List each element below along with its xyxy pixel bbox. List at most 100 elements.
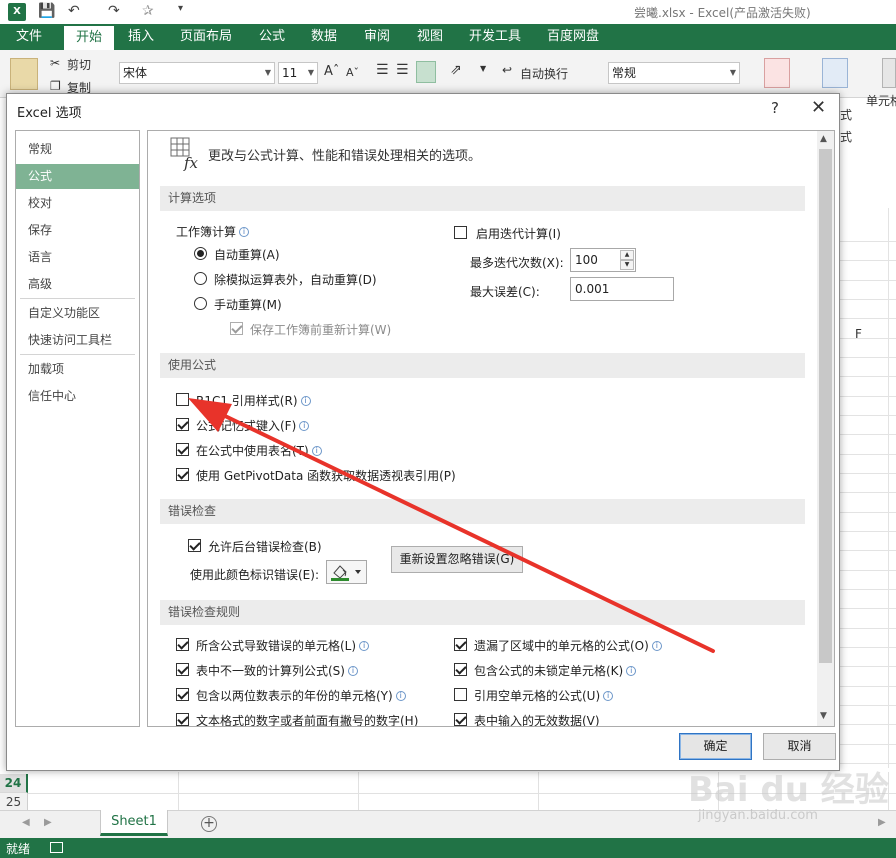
enable-iterative-label[interactable]: 启用迭代计算(I) bbox=[476, 225, 561, 242]
align-top-icon[interactable]: ☰ bbox=[376, 62, 389, 78]
cut-button[interactable]: 剪切 bbox=[67, 56, 91, 73]
checkbox-rule-inconsistent-column[interactable] bbox=[176, 663, 189, 676]
conditional-format-icon[interactable] bbox=[764, 58, 790, 88]
checkbox-rule-unlocked-formula[interactable] bbox=[454, 663, 467, 676]
checkbox-r1c1[interactable] bbox=[176, 393, 189, 406]
rule-two-digit-year-label[interactable]: 包含以两位数表示的年份的单元格(Y) i bbox=[196, 687, 406, 704]
getpivotdata-label[interactable]: 使用 GetPivotData 函数获取数据透视表引用(P) bbox=[196, 467, 456, 484]
radio-auto-except-tables-label[interactable]: 除模拟运算表外，自动重算(D) bbox=[214, 271, 377, 288]
macro-record-icon[interactable] bbox=[50, 842, 63, 853]
copy-icon[interactable]: ❐ bbox=[50, 79, 61, 93]
tab-developer[interactable]: 开发工具 bbox=[462, 24, 528, 50]
scroll-right-icon[interactable]: ▶ bbox=[878, 817, 886, 828]
checkbox-table-names[interactable] bbox=[176, 443, 189, 456]
nav-item-general[interactable]: 常规 bbox=[16, 137, 139, 162]
scroll-down-icon[interactable]: ▼ bbox=[820, 711, 827, 721]
nav-item-formulas[interactable]: 公式 bbox=[16, 164, 139, 189]
tab-insert[interactable]: 插入 bbox=[118, 24, 164, 50]
align-bottom-icon[interactable] bbox=[416, 61, 436, 83]
help-icon[interactable]: ? bbox=[771, 99, 779, 117]
table-names-label[interactable]: 在公式中使用表名(T) i bbox=[196, 442, 322, 459]
radio-manual-label[interactable]: 手动重算(M) bbox=[214, 296, 282, 313]
radio-auto-except-tables[interactable] bbox=[194, 272, 207, 285]
checkbox-rule-formula-errors[interactable] bbox=[176, 638, 189, 651]
options-content[interactable]: fx 更改与公式计算、性能和错误处理相关的选项。 计算选项 工作簿计算 i 自动重… bbox=[147, 130, 835, 727]
spin-down-icon[interactable]: ▼ bbox=[620, 260, 634, 270]
format-painter-qat-icon[interactable]: ✰ bbox=[142, 3, 154, 19]
radio-manual[interactable] bbox=[194, 297, 207, 310]
chevron-down-icon[interactable]: ▼ bbox=[480, 64, 486, 73]
checkbox-rule-omitted-cells[interactable] bbox=[454, 638, 467, 651]
add-sheet-icon[interactable]: + bbox=[201, 816, 217, 832]
scrollbar-thumb[interactable] bbox=[819, 149, 832, 663]
max-iterations-input[interactable]: 100 ▲ ▼ bbox=[570, 248, 636, 272]
rule-invalid-data-label[interactable]: 表中输入的无效数据(V) bbox=[474, 712, 600, 726]
cell-styles-icon[interactable] bbox=[882, 58, 896, 88]
nav-item-save[interactable]: 保存 bbox=[16, 218, 139, 243]
cut-icon[interactable]: ✂ bbox=[50, 56, 60, 70]
checkbox-enable-iterative[interactable] bbox=[454, 226, 467, 239]
sheet-tab-sheet1[interactable]: Sheet1 bbox=[100, 810, 168, 836]
spin-up-icon[interactable]: ▲ bbox=[620, 250, 634, 260]
wrap-text-button[interactable]: 自动换行 bbox=[520, 65, 568, 82]
tab-baidu-netdisk[interactable]: 百度网盘 bbox=[540, 24, 606, 50]
decrease-font-icon[interactable]: Aˇ bbox=[346, 66, 359, 79]
prev-sheet-icon[interactable]: ◀ bbox=[22, 817, 30, 828]
wrap-text-icon[interactable]: ↩ bbox=[502, 63, 512, 77]
checkbox-getpivotdata[interactable] bbox=[176, 468, 189, 481]
tab-formulas[interactable]: 公式 bbox=[250, 24, 294, 50]
content-scrollbar[interactable]: ▲ ▼ bbox=[817, 131, 834, 726]
increase-font-icon[interactable]: Aˆ bbox=[324, 64, 339, 79]
cancel-button[interactable]: 取消 bbox=[763, 733, 836, 760]
undo-icon[interactable]: ↶ bbox=[68, 3, 80, 19]
align-middle-icon[interactable]: ☰ bbox=[396, 62, 409, 78]
rule-unlocked-formula-label[interactable]: 包含公式的未锁定单元格(K) i bbox=[474, 662, 637, 679]
tab-view[interactable]: 视图 bbox=[408, 24, 452, 50]
radio-automatic[interactable] bbox=[194, 247, 207, 260]
rule-inconsistent-column-label[interactable]: 表中不一致的计算列公式(S) i bbox=[196, 662, 358, 679]
nav-item-quick-access-toolbar[interactable]: 快速访问工具栏 bbox=[16, 328, 139, 353]
nav-item-trust-center[interactable]: 信任中心 bbox=[16, 384, 139, 409]
font-name-select[interactable]: 宋体 ▼ bbox=[119, 62, 275, 84]
radio-automatic-label[interactable]: 自动重算(A) bbox=[214, 246, 280, 263]
font-size-select[interactable]: 11 ▼ bbox=[278, 62, 318, 84]
checkbox-rule-invalid-data[interactable] bbox=[454, 713, 467, 726]
close-icon[interactable]: ✕ bbox=[811, 97, 826, 118]
reset-ignored-errors-button[interactable]: 重新设置忽略错误(G) bbox=[391, 546, 523, 573]
orientation-icon[interactable]: ⇗ bbox=[450, 62, 462, 78]
ok-button[interactable]: 确定 bbox=[679, 733, 752, 760]
max-change-input[interactable]: 0.001 bbox=[570, 277, 674, 301]
nav-item-language[interactable]: 语言 bbox=[16, 245, 139, 270]
formula-autocomplete-label[interactable]: 公式记忆式键入(F) i bbox=[196, 417, 310, 434]
row-header-24[interactable]: 24 bbox=[0, 774, 28, 793]
rule-omitted-cells-label[interactable]: 遗漏了区域中的单元格的公式(O) i bbox=[474, 637, 662, 654]
error-color-picker[interactable] bbox=[326, 560, 367, 584]
tab-review[interactable]: 审阅 bbox=[355, 24, 399, 50]
tab-data[interactable]: 数据 bbox=[302, 24, 346, 50]
nav-item-proofing[interactable]: 校对 bbox=[16, 191, 139, 216]
format-table-icon[interactable] bbox=[822, 58, 848, 88]
number-format-select[interactable]: 常规 ▼ bbox=[608, 62, 740, 84]
checkbox-background-error-check[interactable] bbox=[188, 539, 201, 552]
customize-qat-icon[interactable]: ▾ bbox=[178, 3, 183, 14]
paste-icon[interactable] bbox=[10, 58, 38, 90]
r1c1-label[interactable]: R1C1 引用样式(R) i bbox=[196, 392, 311, 409]
nav-item-advanced[interactable]: 高级 bbox=[16, 272, 139, 297]
rule-text-numbers-label[interactable]: 文本格式的数字或者前面有撇号的数字(H) bbox=[196, 712, 418, 726]
checkbox-rule-text-numbers[interactable] bbox=[176, 713, 189, 726]
scroll-up-icon[interactable]: ▲ bbox=[820, 134, 827, 144]
checkbox-formula-autocomplete[interactable] bbox=[176, 418, 189, 431]
tab-file[interactable]: 文件 bbox=[0, 24, 58, 50]
redo-icon[interactable]: ↷ bbox=[108, 3, 120, 19]
nav-item-add-ins[interactable]: 加载项 bbox=[16, 357, 139, 382]
tab-home[interactable]: 开始 bbox=[64, 26, 114, 50]
next-sheet-icon[interactable]: ▶ bbox=[44, 817, 52, 828]
rule-empty-cells-label[interactable]: 引用空单元格的公式(U) i bbox=[474, 687, 614, 704]
save-icon[interactable]: 💾 bbox=[38, 3, 55, 19]
checkbox-rule-empty-cells[interactable] bbox=[454, 688, 467, 701]
checkbox-rule-two-digit-year[interactable] bbox=[176, 688, 189, 701]
rule-formula-errors-label[interactable]: 所含公式导致错误的单元格(L) i bbox=[196, 637, 370, 654]
background-error-check-label[interactable]: 允许后台错误检查(B) bbox=[208, 538, 322, 555]
tab-page-layout[interactable]: 页面布局 bbox=[172, 24, 240, 50]
checkbox-recalc-before-save[interactable] bbox=[230, 322, 243, 335]
